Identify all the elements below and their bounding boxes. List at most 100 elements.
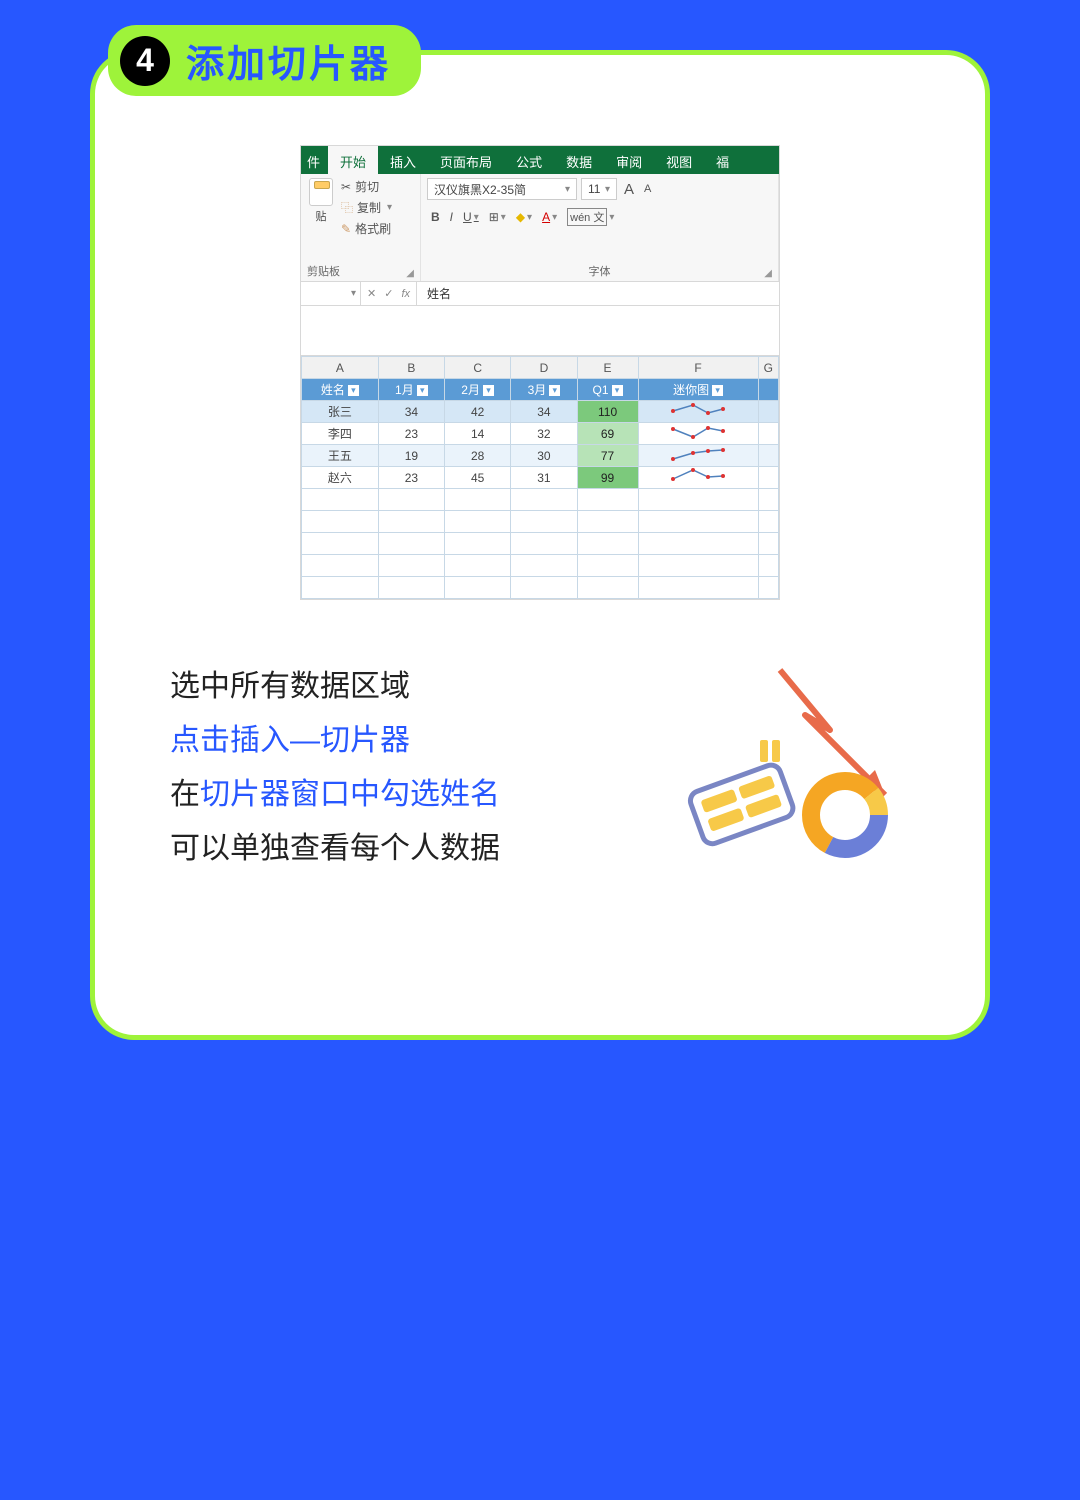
bold-button[interactable]: B — [431, 210, 440, 224]
font-color-button[interactable]: A▾ — [542, 210, 557, 224]
col-letter[interactable]: F — [638, 357, 758, 379]
confirm-icon[interactable]: ✓ — [384, 287, 393, 300]
cell[interactable]: 张三 — [302, 401, 379, 423]
paste-button[interactable]: 贴 — [307, 178, 335, 261]
cell[interactable]: 32 — [511, 423, 577, 445]
cell[interactable]: 23 — [378, 423, 444, 445]
chevron-down-icon: ▾ — [387, 202, 392, 213]
expand-icon[interactable]: ◢ — [764, 268, 772, 279]
ribbon-tab-insert[interactable]: 插入 — [378, 146, 428, 174]
table-row: 王五 19 28 30 77 — [302, 445, 779, 467]
font-name-value: 汉仪旗黑X2-35简 — [434, 181, 526, 198]
cell[interactable]: 19 — [378, 445, 444, 467]
q1-cell[interactable]: 99 — [577, 467, 638, 489]
header-cell[interactable]: 3月▾ — [511, 379, 577, 401]
cell[interactable]: 30 — [511, 445, 577, 467]
empty-row — [302, 489, 779, 511]
cell[interactable]: 34 — [511, 401, 577, 423]
font-name-select[interactable]: 汉仪旗黑X2-35简▾ — [427, 178, 577, 200]
fill-color-button[interactable]: ◆▾ — [516, 210, 532, 224]
header-cell[interactable]: 迷你图▾ — [638, 379, 758, 401]
increase-font-button[interactable]: A — [621, 181, 637, 198]
sparkline-cell[interactable] — [638, 467, 758, 489]
header-cell[interactable]: Q1▾ — [577, 379, 638, 401]
ribbon-tab-review[interactable]: 审阅 — [604, 146, 654, 174]
formula-bar: ▾ ✕ ✓ fx 姓名 — [301, 282, 779, 306]
cell[interactable]: 王五 — [302, 445, 379, 467]
ribbon-tab-home[interactable]: 开始 — [328, 146, 378, 174]
cell[interactable]: 赵六 — [302, 467, 379, 489]
paste-label-partial: 贴 — [316, 208, 327, 224]
col-letter[interactable]: E — [577, 357, 638, 379]
empty-cell[interactable] — [758, 401, 778, 423]
col-letter[interactable]: G — [758, 357, 778, 379]
font-size-select[interactable]: 11 ▾ — [581, 178, 617, 200]
sparkline-cell[interactable] — [638, 445, 758, 467]
decrease-font-button[interactable]: A — [641, 183, 654, 195]
instruction-line-4: 可以单独查看每个人数据 — [170, 822, 670, 876]
font-group: 汉仪旗黑X2-35简▾ 11▾ A A B I U▾ ⊞▾ ◆▾ A▾ wén … — [421, 174, 779, 281]
filter-dropdown-icon[interactable]: ▾ — [417, 385, 428, 396]
ribbon-tab-data[interactable]: 数据 — [554, 146, 604, 174]
empty-row — [302, 555, 779, 577]
paste-icon — [309, 178, 333, 206]
q1-cell[interactable]: 110 — [577, 401, 638, 423]
cut-button[interactable]: 剪切 — [341, 178, 392, 195]
name-box[interactable]: ▾ — [301, 282, 361, 305]
col-letter[interactable]: D — [511, 357, 577, 379]
empty-row — [302, 511, 779, 533]
table-row: 李四 23 14 32 69 — [302, 423, 779, 445]
empty-cell[interactable] — [758, 445, 778, 467]
cell[interactable]: 23 — [378, 467, 444, 489]
cell[interactable]: 28 — [445, 445, 511, 467]
bucket-icon: ◆ — [516, 210, 525, 224]
filter-dropdown-icon[interactable]: ▾ — [712, 385, 723, 396]
header-cell[interactable]: 1月▾ — [378, 379, 444, 401]
phonetic-button[interactable]: wén 文▾ — [567, 208, 614, 226]
ribbon-tab-pagelayout[interactable]: 页面布局 — [428, 146, 504, 174]
border-button[interactable]: ⊞▾ — [489, 210, 506, 224]
fx-button[interactable]: fx — [401, 288, 410, 300]
empty-row — [302, 533, 779, 555]
ribbon-tab-partial-right[interactable]: 福 — [704, 146, 731, 174]
sparkline-cell[interactable] — [638, 401, 758, 423]
empty-cell[interactable] — [758, 467, 778, 489]
ribbon-tab-formulas[interactable]: 公式 — [504, 146, 554, 174]
filter-dropdown-icon[interactable]: ▾ — [348, 385, 359, 396]
filter-dropdown-icon[interactable]: ▾ — [612, 385, 623, 396]
cancel-icon[interactable]: ✕ — [367, 287, 376, 300]
q1-cell[interactable]: 69 — [577, 423, 638, 445]
sparkline-cell[interactable] — [638, 423, 758, 445]
filter-dropdown-icon[interactable]: ▾ — [483, 385, 494, 396]
header-cell[interactable]: 姓名▾ — [302, 379, 379, 401]
font-size-value: 11 — [588, 182, 600, 196]
cell[interactable]: 45 — [445, 467, 511, 489]
cell[interactable]: 14 — [445, 423, 511, 445]
formula-bar-value[interactable]: 姓名 — [417, 285, 451, 302]
col-letter[interactable]: C — [445, 357, 511, 379]
col-letter[interactable]: B — [378, 357, 444, 379]
chart-illustration — [670, 660, 910, 860]
underline-button[interactable]: U▾ — [463, 210, 479, 224]
copy-button[interactable]: 复制▾ — [341, 199, 392, 216]
expand-icon[interactable]: ◢ — [406, 268, 414, 279]
spreadsheet-grid[interactable]: A B C D E F G 姓名▾ 1月▾ 2月▾ 3月▾ Q1▾ 迷你图▾ — [301, 356, 779, 599]
cell[interactable]: 42 — [445, 401, 511, 423]
chevron-down-icon: ▾ — [552, 212, 557, 223]
filter-dropdown-icon[interactable]: ▾ — [549, 385, 560, 396]
cell[interactable]: 34 — [378, 401, 444, 423]
col-letter[interactable]: A — [302, 357, 379, 379]
header-cell[interactable]: 2月▾ — [445, 379, 511, 401]
italic-button[interactable]: I — [450, 210, 453, 224]
chevron-down-icon: ▾ — [605, 184, 610, 195]
empty-cell[interactable] — [758, 379, 778, 401]
format-painter-button[interactable]: 格式刷 — [341, 220, 392, 237]
cell[interactable]: 31 — [511, 467, 577, 489]
q1-cell[interactable]: 77 — [577, 445, 638, 467]
empty-cell[interactable] — [758, 423, 778, 445]
cell[interactable]: 李四 — [302, 423, 379, 445]
ribbon-tab-partial-left[interactable]: 件 — [303, 146, 328, 174]
step-badge: 4 添加切片器 — [108, 25, 421, 96]
ribbon-tab-view[interactable]: 视图 — [654, 146, 704, 174]
excel-screenshot: 件 开始 插入 页面布局 公式 数据 审阅 视图 福 贴 剪切 复制▾ — [300, 145, 780, 600]
